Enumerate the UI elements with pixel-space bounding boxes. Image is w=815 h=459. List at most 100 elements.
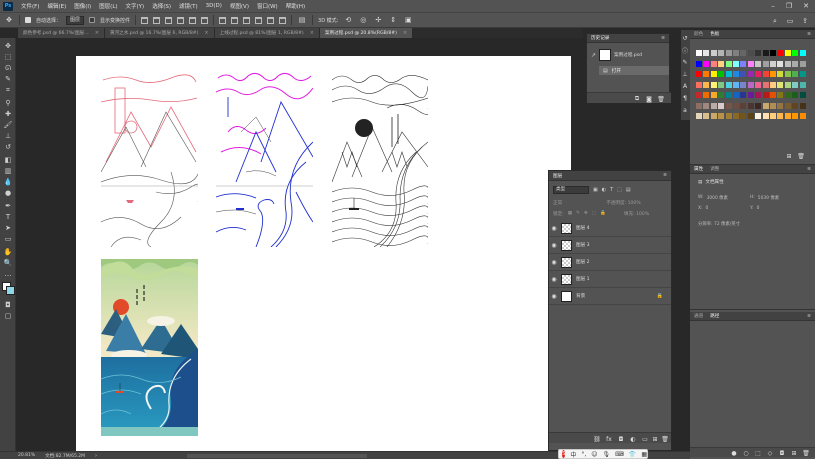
new-path-icon[interactable]: ⊞ bbox=[790, 449, 798, 457]
fill-field[interactable]: 填充: 100% bbox=[624, 211, 649, 217]
color-swatch[interactable] bbox=[718, 92, 725, 98]
filter-smart-icon[interactable]: ▤ bbox=[626, 187, 631, 193]
healing-brush-icon[interactable]: ✚ bbox=[3, 109, 13, 119]
color-swatch[interactable] bbox=[725, 113, 732, 119]
character-panel-icon[interactable]: A bbox=[681, 82, 689, 90]
lock-paint-icon[interactable]: ✎ bbox=[576, 211, 580, 216]
color-swatch[interactable] bbox=[733, 81, 739, 88]
opacity-field[interactable]: 不透明度: 100% bbox=[606, 200, 641, 206]
auto-align-icon[interactable]: ▤ bbox=[297, 15, 307, 25]
color-swatch[interactable] bbox=[784, 60, 791, 67]
color-swatch[interactable] bbox=[770, 81, 776, 88]
trash-icon[interactable]: 🗑 bbox=[797, 152, 805, 160]
workspace-icon[interactable]: ▭ bbox=[785, 16, 795, 26]
eraser-tool-icon[interactable]: ◧ bbox=[3, 155, 13, 165]
color-swatch[interactable] bbox=[703, 81, 710, 88]
color-swatch[interactable] bbox=[696, 92, 702, 98]
tab-swatches[interactable]: 色板 bbox=[710, 31, 719, 37]
color-swatch[interactable] bbox=[696, 113, 702, 119]
distribute-right-icon[interactable] bbox=[279, 16, 287, 24]
close-icon[interactable]: × bbox=[310, 30, 314, 36]
color-swatch[interactable] bbox=[777, 50, 784, 56]
menu-edit[interactable]: 编辑(E) bbox=[43, 2, 70, 10]
mask-icon[interactable]: ◘ bbox=[778, 449, 786, 457]
color-swatch[interactable] bbox=[703, 92, 710, 98]
clone-stamp-icon[interactable]: ⊥ bbox=[3, 131, 13, 141]
distribute-top-icon[interactable] bbox=[219, 16, 227, 24]
tab-document-active[interactable]: 案例过程.psd @ 20.8%(RGB/8#) × bbox=[319, 28, 414, 38]
color-swatch[interactable] bbox=[747, 92, 754, 98]
tab-document-1[interactable]: 颜色参考.psd @ 66.7%(图层… × bbox=[18, 28, 105, 38]
color-swatch[interactable] bbox=[710, 50, 717, 56]
align-hcenter-icon[interactable] bbox=[189, 16, 197, 24]
color-swatch[interactable] bbox=[755, 102, 762, 109]
color-swatch[interactable] bbox=[725, 92, 732, 98]
new-group-icon[interactable]: ▭ bbox=[641, 435, 649, 443]
color-swatch[interactable] bbox=[725, 102, 732, 109]
ime-skin-icon[interactable]: 👕 bbox=[629, 451, 636, 458]
color-swatch[interactable] bbox=[799, 71, 806, 77]
panel-menu-icon[interactable]: ≡ bbox=[661, 36, 665, 41]
dodge-tool-icon[interactable]: ● bbox=[3, 188, 13, 198]
color-swatch[interactable] bbox=[718, 50, 725, 56]
color-swatch[interactable] bbox=[740, 71, 747, 77]
color-swatch[interactable] bbox=[725, 71, 732, 77]
color-swatch[interactable] bbox=[762, 92, 769, 98]
restore-icon[interactable]: ❐ bbox=[781, 0, 797, 12]
color-swatch[interactable] bbox=[703, 50, 710, 56]
color-swatch[interactable] bbox=[755, 81, 762, 88]
ime-keyboard-icon[interactable]: ⌨ bbox=[615, 451, 624, 458]
color-swatch[interactable] bbox=[747, 71, 754, 77]
color-swatch[interactable] bbox=[762, 113, 769, 119]
menu-file[interactable]: 文件(F) bbox=[17, 2, 43, 10]
color-swatch[interactable] bbox=[784, 50, 791, 56]
color-swatch[interactable] bbox=[784, 81, 791, 88]
screen-mode-icon[interactable]: ▢ bbox=[3, 311, 13, 321]
color-swatch[interactable] bbox=[792, 81, 799, 88]
color-swatch[interactable] bbox=[777, 92, 784, 98]
color-swatch[interactable] bbox=[710, 60, 717, 67]
color-swatch[interactable] bbox=[703, 113, 710, 119]
type-tool-icon[interactable]: T bbox=[3, 212, 13, 222]
color-swatch[interactable] bbox=[740, 102, 747, 109]
trash-icon[interactable]: 🗑 bbox=[657, 95, 665, 103]
history-snapshot[interactable]: ↗ 案例过程.psd bbox=[591, 47, 669, 63]
horizontal-scrollbar[interactable] bbox=[187, 453, 368, 458]
eye-icon[interactable]: ◉ bbox=[549, 242, 559, 249]
panel-menu-icon[interactable]: ≡ bbox=[663, 173, 667, 178]
color-swatch[interactable] bbox=[703, 102, 710, 109]
color-swatch[interactable] bbox=[740, 50, 747, 56]
color-swatch[interactable] bbox=[696, 102, 702, 109]
menu-layer[interactable]: 图层(L) bbox=[95, 2, 121, 10]
paragraph-panel-icon[interactable]: ¶ bbox=[681, 94, 689, 102]
tab-document-3[interactable]: 上线过程.psd @ 81%(图层 1, RGB/8#) × bbox=[214, 28, 320, 38]
clone-panel-icon[interactable]: ⊥ bbox=[681, 70, 689, 78]
align-right-icon[interactable] bbox=[201, 16, 209, 24]
swatch-grid[interactable] bbox=[696, 50, 808, 130]
align-vcenter-icon[interactable] bbox=[153, 16, 161, 24]
color-swatch[interactable] bbox=[696, 60, 702, 67]
color-swatch[interactable] bbox=[784, 92, 791, 98]
color-swatch[interactable] bbox=[740, 113, 747, 119]
blur-tool-icon[interactable]: 💧 bbox=[3, 177, 13, 187]
color-swatch[interactable] bbox=[770, 60, 776, 67]
shape-tool-icon[interactable]: ▭ bbox=[3, 234, 13, 244]
layer-style-icon[interactable]: fx bbox=[605, 435, 613, 443]
3d-roll-icon[interactable]: ◎ bbox=[358, 15, 368, 25]
3d-slide-icon[interactable]: ⇕ bbox=[388, 15, 398, 25]
link-layers-icon[interactable]: ⛓ bbox=[593, 435, 601, 443]
minimize-icon[interactable]: – bbox=[765, 0, 781, 12]
width-value[interactable]: 3000 像素 bbox=[707, 195, 728, 201]
info-panel-icon[interactable]: ⓘ bbox=[681, 46, 689, 55]
menu-help[interactable]: 帮助(H) bbox=[282, 2, 309, 10]
color-swatch[interactable] bbox=[747, 102, 754, 109]
gradient-tool-icon[interactable]: ▥ bbox=[3, 166, 13, 176]
menu-select[interactable]: 选择(S) bbox=[148, 2, 175, 10]
color-swatch[interactable] bbox=[777, 102, 784, 109]
color-swatch[interactable] bbox=[770, 50, 776, 56]
glyph-panel-icon[interactable]: a bbox=[681, 106, 689, 114]
path-select-icon[interactable]: ➤ bbox=[3, 223, 13, 233]
tab-document-2[interactable]: 黄河之水.psd @ 16.7%(图层 6, RGB/8#) × bbox=[104, 28, 215, 38]
zoom-tool-icon[interactable]: 🔍 bbox=[3, 258, 13, 268]
color-swatch[interactable] bbox=[725, 50, 732, 56]
